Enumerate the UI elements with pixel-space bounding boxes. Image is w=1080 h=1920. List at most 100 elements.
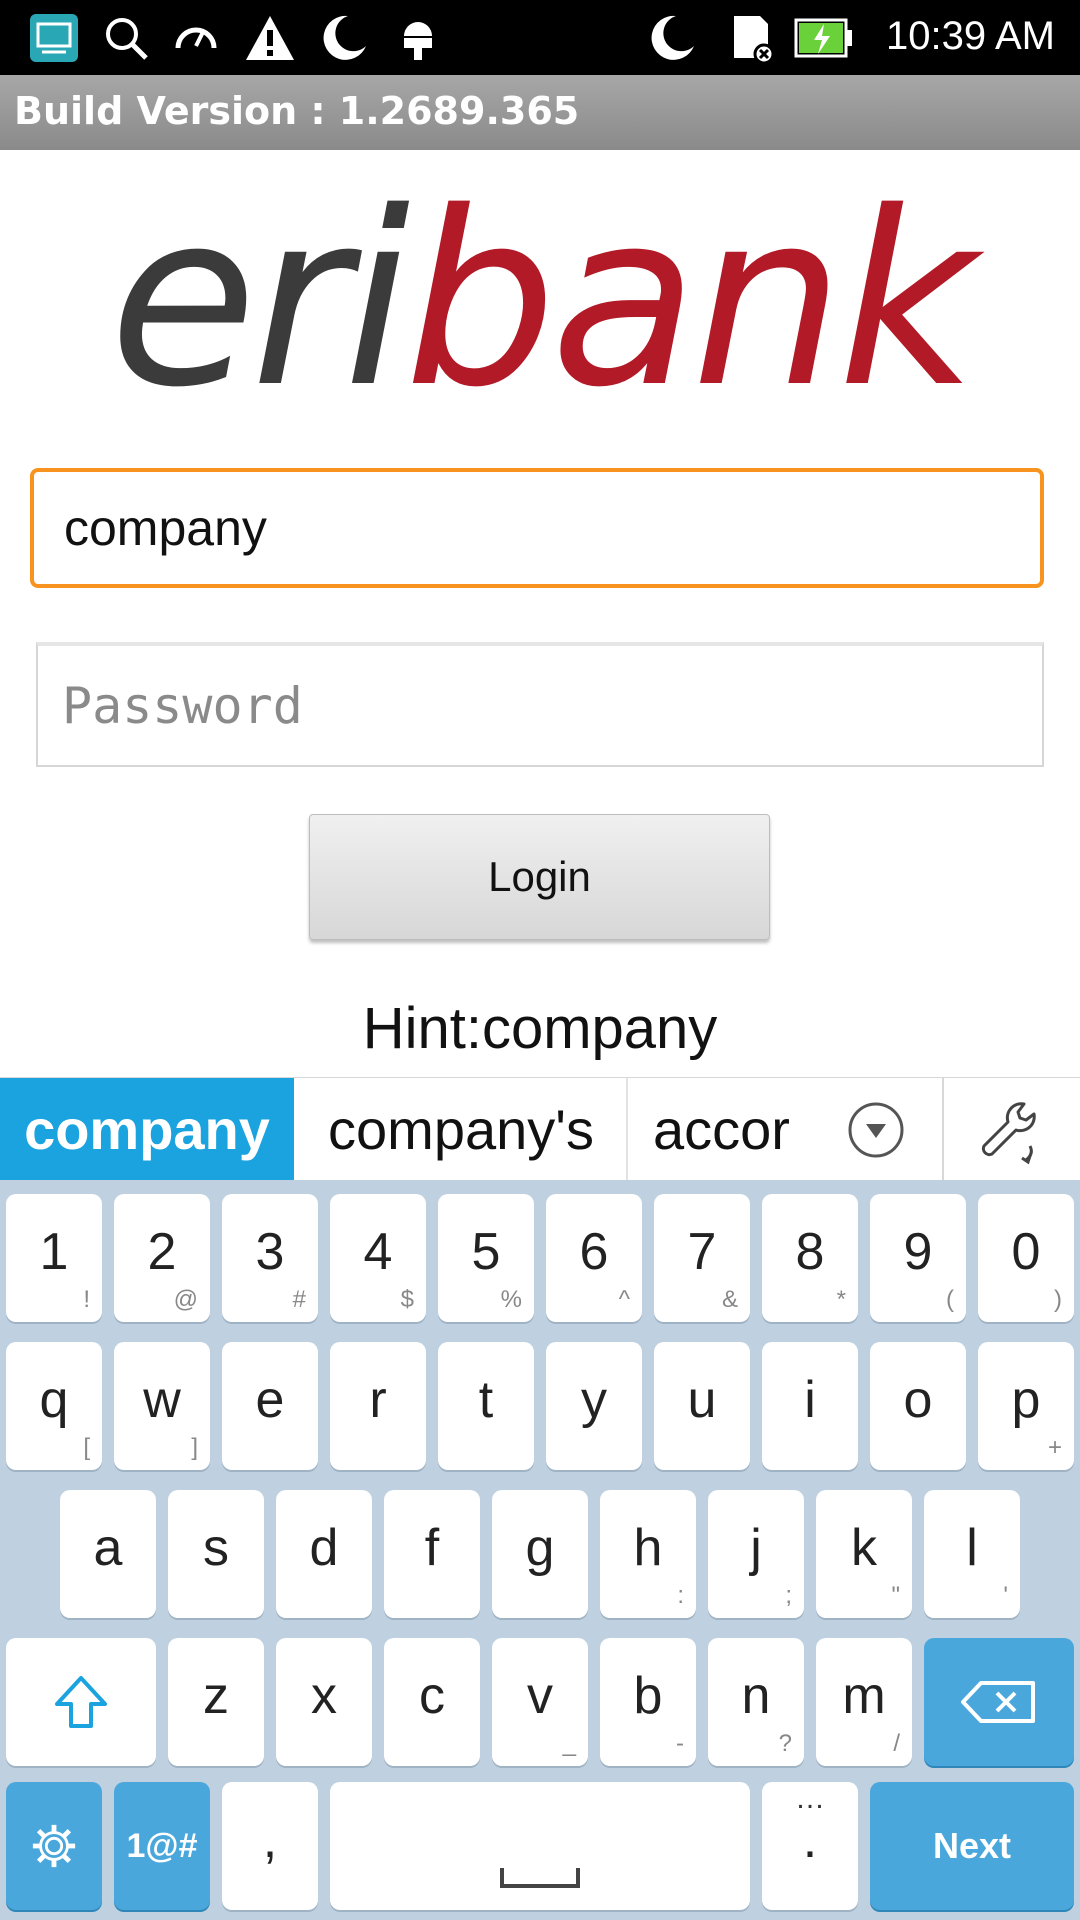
key-l[interactable]: l ' (924, 1490, 1020, 1618)
moon-icon (651, 15, 694, 60)
sd-card-icon (734, 16, 775, 64)
password-field[interactable] (36, 642, 1044, 767)
key-r[interactable]: r (330, 1342, 426, 1470)
key-secondary-label: ; (785, 1582, 792, 1609)
key-secondary-label: % (500, 1286, 522, 1313)
key-s[interactable]: s (168, 1490, 264, 1618)
key-secondary-label: ) (1054, 1286, 1062, 1313)
key-label: 6 (579, 1223, 609, 1281)
key-q[interactable]: q[ (6, 1342, 102, 1470)
key-label: q (39, 1371, 69, 1429)
username-field[interactable] (30, 468, 1044, 588)
space-icon (500, 1868, 580, 1888)
key-secondary-label: @ (173, 1286, 198, 1313)
next-key[interactable]: Next (870, 1782, 1074, 1910)
key-secondary-label: $ (400, 1286, 414, 1313)
suggestion-item[interactable]: company (0, 1078, 294, 1181)
key-u[interactable]: u (654, 1342, 750, 1470)
key-2[interactable]: 2 @ (114, 1194, 210, 1322)
key-label: p (1011, 1371, 1041, 1429)
key-b[interactable]: b- (600, 1638, 696, 1766)
suggestion-item[interactable]: accor (628, 1078, 806, 1181)
key-g[interactable]: g (492, 1490, 588, 1618)
hint-text: Hint:company (362, 996, 718, 1061)
key-t[interactable]: t (438, 1342, 534, 1470)
shift-key[interactable] (6, 1638, 156, 1766)
key-label: w (143, 1371, 181, 1429)
backspace-key[interactable] (924, 1638, 1074, 1766)
key-secondary-label: + (1047, 1434, 1062, 1461)
key-label: 2 (147, 1223, 177, 1281)
key-k[interactable]: k " (816, 1490, 912, 1618)
key-secondary-label: : (677, 1582, 684, 1609)
login-button[interactable]: Login (309, 814, 770, 940)
key-p[interactable]: p + (978, 1342, 1074, 1470)
key-8[interactable]: 8 * (762, 1194, 858, 1322)
key-label: o (903, 1371, 933, 1429)
key-v[interactable]: v _ (492, 1638, 588, 1766)
key-y[interactable]: y (546, 1342, 642, 1470)
key-label: i (804, 1371, 816, 1429)
key-d[interactable]: d (276, 1490, 372, 1618)
logo-part-bank: bank (404, 160, 977, 440)
comma-key[interactable]: , (222, 1782, 318, 1910)
key-secondary-label: * (836, 1286, 846, 1313)
key-secondary-label: ' (1003, 1582, 1008, 1609)
key-h[interactable]: h: (600, 1490, 696, 1618)
period-key[interactable]: .… (762, 1782, 858, 1910)
key-3[interactable]: 3 # (222, 1194, 318, 1322)
key-n[interactable]: n? (708, 1638, 804, 1766)
backspace-icon (961, 1681, 1035, 1723)
key-c[interactable]: c (384, 1638, 480, 1766)
key-1[interactable]: 1! (6, 1194, 102, 1322)
key-secondary-label: " (891, 1582, 900, 1609)
chevron-down-icon[interactable] (846, 1100, 906, 1160)
battery-charging-icon (794, 18, 852, 58)
key-label: 8 (795, 1223, 825, 1281)
key-7[interactable]: 7 & (654, 1194, 750, 1322)
key-6[interactable]: 6 ^ (546, 1194, 642, 1322)
key-label: r (369, 1371, 387, 1429)
key-label: 7 (687, 1223, 717, 1281)
suggestion-bar: company company's accor (0, 1077, 1080, 1181)
settings-key[interactable] (6, 1782, 102, 1910)
key-a[interactable]: a (60, 1490, 156, 1618)
key-e[interactable]: e (222, 1342, 318, 1470)
key-o[interactable]: o (870, 1342, 966, 1470)
key-z[interactable]: z (168, 1638, 264, 1766)
warning-icon (246, 16, 294, 60)
key-5[interactable]: 5% (438, 1194, 534, 1322)
divider (942, 1078, 944, 1181)
screencast-icon (30, 14, 78, 62)
key-secondary-label: ? (778, 1730, 792, 1757)
key-label: 1 (39, 1223, 69, 1281)
space-key[interactable] (330, 1782, 750, 1910)
wrench-icon[interactable] (974, 1096, 1046, 1168)
key-4[interactable]: 4 $ (330, 1194, 426, 1322)
key-f[interactable]: f (384, 1490, 480, 1618)
key-label: k (851, 1519, 877, 1577)
key-0[interactable]: 0) (978, 1194, 1074, 1322)
key-label: g (525, 1519, 555, 1577)
key-i[interactable]: i (762, 1342, 858, 1470)
build-bar: Build Version : 1.2689.365 (0, 75, 1080, 150)
key-label: , (262, 1811, 278, 1869)
key-label: 4 (363, 1223, 393, 1281)
key-x[interactable]: x (276, 1638, 372, 1766)
suggestion-item[interactable]: company's (296, 1078, 628, 1181)
key-j[interactable]: j; (708, 1490, 804, 1618)
key-secondary-label: ] (191, 1434, 198, 1461)
key-label: 3 (255, 1223, 285, 1281)
key-label: a (93, 1519, 123, 1577)
key-m[interactable]: m / (816, 1638, 912, 1766)
key-secondary-label: [ (83, 1434, 90, 1461)
key-label: e (255, 1371, 285, 1429)
key-label: m (842, 1667, 886, 1725)
key-9[interactable]: 9( (870, 1194, 966, 1322)
symbols-key[interactable]: 1@# (114, 1782, 210, 1910)
key-secondary-label: ^ (618, 1286, 630, 1313)
key-secondary-label: ( (946, 1286, 954, 1313)
key-label: z (203, 1667, 229, 1725)
key-secondary-label: ! (83, 1286, 90, 1313)
key-w[interactable]: w] (114, 1342, 210, 1470)
